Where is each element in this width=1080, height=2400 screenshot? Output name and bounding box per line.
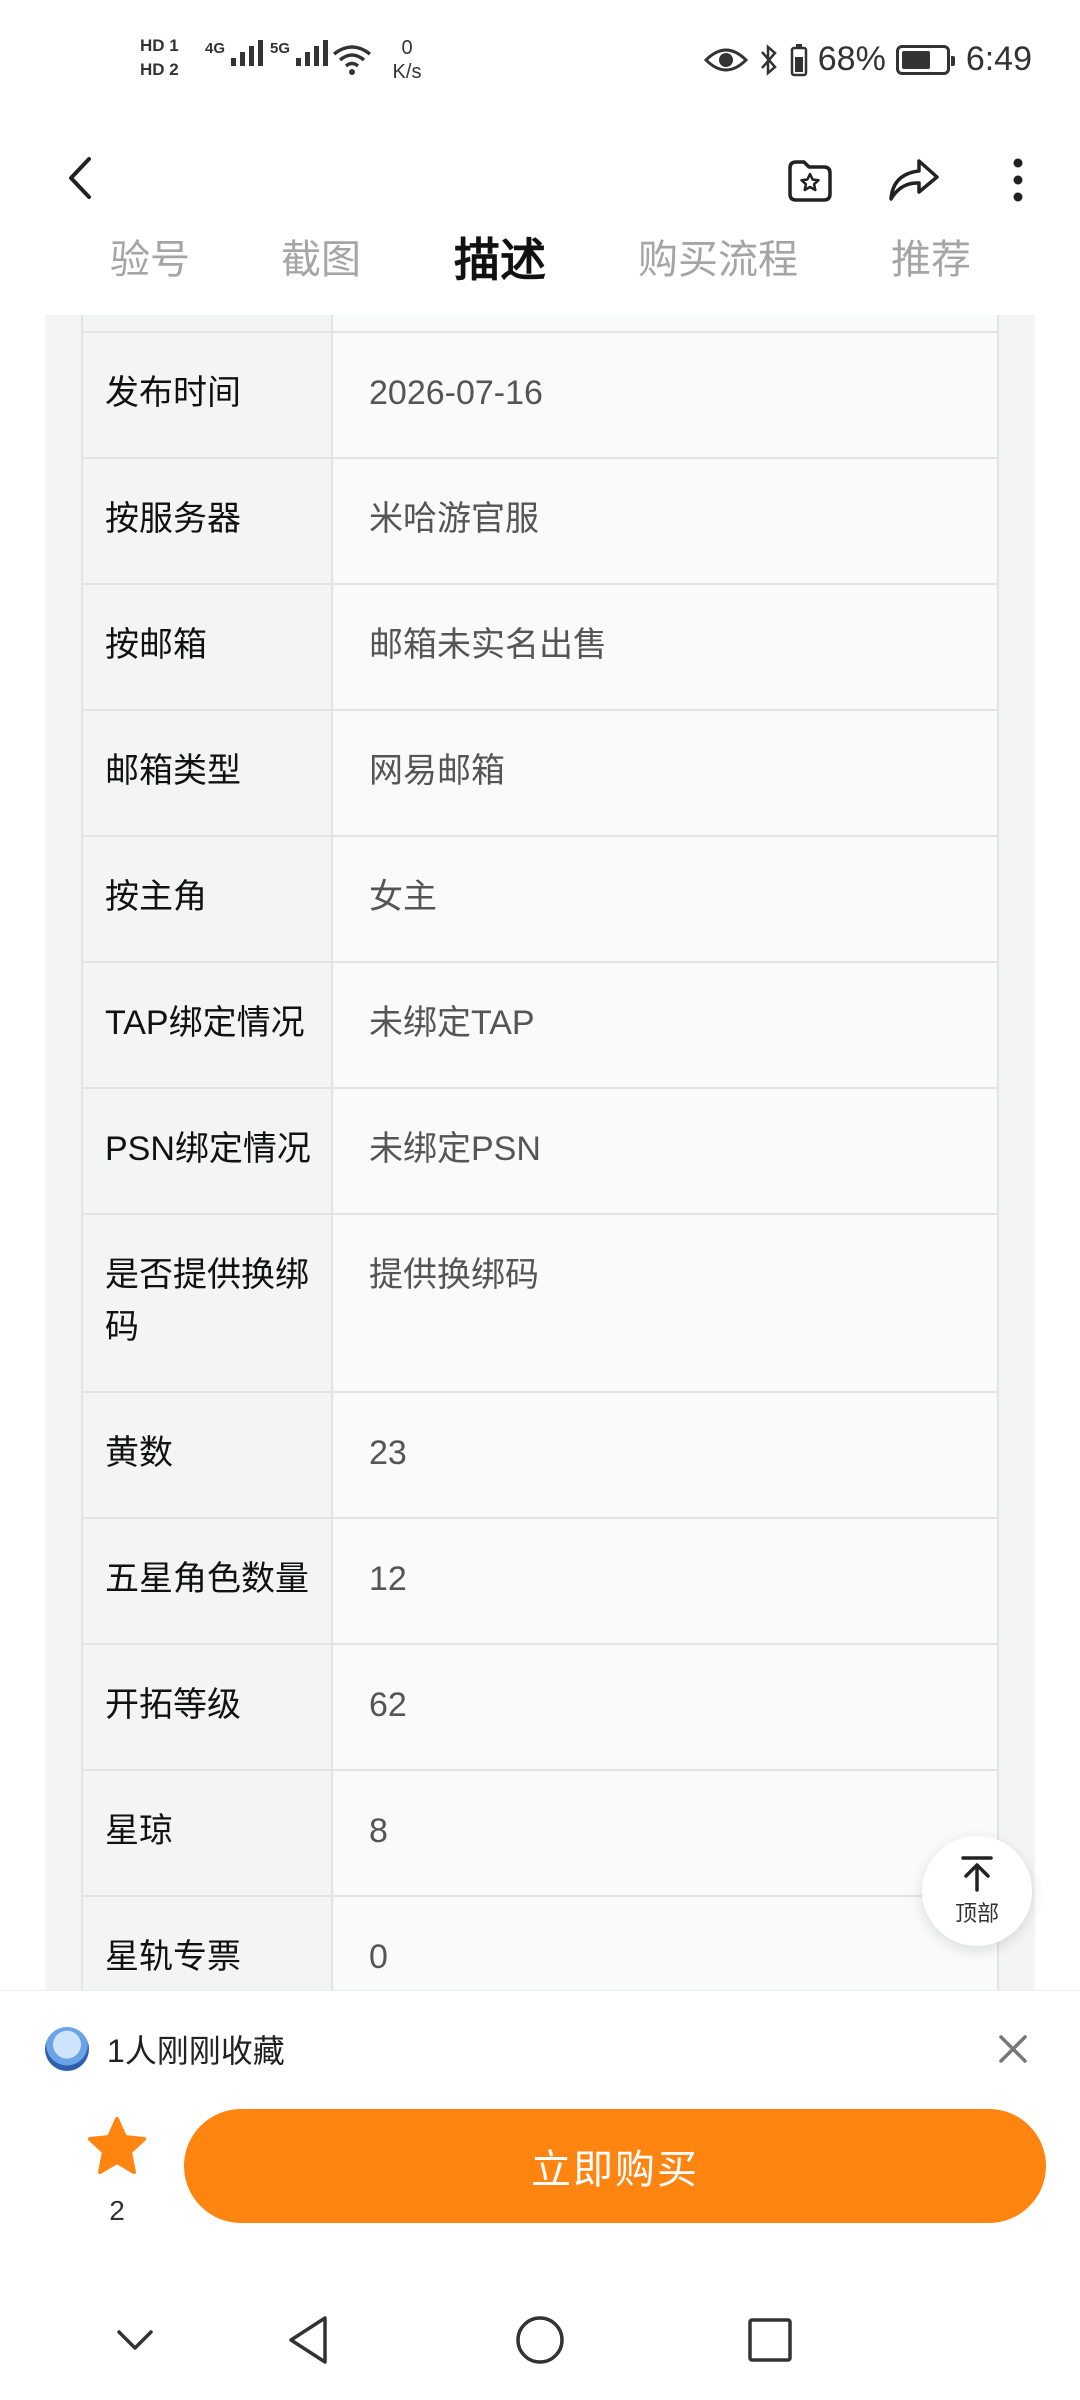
clock: 6:49 xyxy=(965,40,1032,78)
row-value: 12 xyxy=(369,1560,407,1598)
favorite-folder-button[interactable] xyxy=(778,148,842,212)
share-button[interactable] xyxy=(882,148,946,212)
attribute-table: 发布时间 2026-07-16 按服务器 米哈游官服 按邮箱 邮箱未实名出售 邮箱类型… xyxy=(81,315,999,1995)
eye-icon xyxy=(703,48,748,71)
favorite-button[interactable]: 2 xyxy=(82,2116,152,2227)
row-value: 提供换绑码 xyxy=(369,1256,539,1294)
nav-back-button[interactable] xyxy=(278,2310,338,2370)
row-key: 开拓等级 xyxy=(83,1645,333,1769)
table-row: 按主角 女主 xyxy=(83,837,997,963)
row-value: 62 xyxy=(369,1686,407,1724)
network-speed: 0 K/s xyxy=(392,37,422,83)
nav-recents-button[interactable] xyxy=(740,2310,800,2370)
table-row: 发布时间 2026-07-16 xyxy=(83,333,997,459)
row-key: 按主角 xyxy=(83,837,333,961)
wifi-icon xyxy=(332,44,372,81)
row-value: 2026-07-16 xyxy=(369,374,543,412)
nav-collapse-button[interactable] xyxy=(105,2310,165,2370)
back-to-top-button[interactable]: 顶部 xyxy=(922,1836,1032,1946)
description-panel: 发布时间 2026-07-16 按服务器 米哈游官服 按邮箱 邮箱未实名出售 邮箱类型… xyxy=(45,315,1035,1995)
row-key: 发布时间 xyxy=(83,333,333,457)
circle-home-icon xyxy=(516,2316,564,2364)
star-folder-icon xyxy=(788,160,832,202)
favorite-count: 2 xyxy=(109,2195,125,2226)
row-value: 未绑定TAP xyxy=(369,1004,535,1042)
row-key: TAP绑定情况 xyxy=(83,963,333,1087)
hd-indicator: HD 1 HD 2 xyxy=(140,34,194,82)
table-row: TAP绑定情况 未绑定TAP xyxy=(83,963,997,1089)
square-recents-icon xyxy=(748,2318,792,2362)
signal-icon: 5G xyxy=(270,40,329,66)
table-row: 黄数 23 xyxy=(83,1393,997,1519)
more-button[interactable] xyxy=(986,148,1050,212)
row-value: 女主 xyxy=(369,878,437,916)
tab-recommend[interactable]: 推荐 xyxy=(891,225,971,295)
battery-icon xyxy=(895,44,955,75)
tab-description[interactable]: 描述 xyxy=(454,225,546,295)
row-key: 按服务器 xyxy=(83,459,333,583)
favorite-notice: 1人刚刚收藏 xyxy=(45,2019,1035,2079)
status-bar: HD 1 HD 2 4G 5G 0 K/s 68% 6:49 xyxy=(0,0,1080,130)
tab-verify[interactable]: 验号 xyxy=(110,225,190,295)
row-value: 邮箱未实名出售 xyxy=(369,626,607,664)
system-nav-bar xyxy=(0,2290,1080,2400)
status-right: 68% 6:49 xyxy=(703,40,1032,79)
chevron-down-icon xyxy=(117,2330,153,2350)
row-key: 黄数 xyxy=(83,1393,333,1517)
row-key: 星轨专票 xyxy=(83,1897,333,1995)
row-key: 是否提供换绑码 xyxy=(83,1215,333,1391)
signal-icon: 4G xyxy=(205,40,264,66)
row-value: 米哈游官服 xyxy=(369,500,539,538)
table-row: 五星角色数量 12 xyxy=(83,1519,997,1645)
bluetooth-icon xyxy=(760,43,777,76)
arrow-up-to-top-icon xyxy=(961,1856,993,1892)
section-tabs: 验号 截图 描述 购买流程 推荐 xyxy=(0,225,1080,295)
more-vertical-icon xyxy=(1013,158,1023,202)
table-row: 按服务器 米哈游官服 xyxy=(83,459,997,585)
header-actions xyxy=(778,148,1050,212)
back-to-top-label: 顶部 xyxy=(954,1901,999,1926)
row-value: 0 xyxy=(369,1938,388,1976)
table-row: 按邮箱 邮箱未实名出售 xyxy=(83,585,997,711)
battery-saver-icon xyxy=(790,43,807,76)
row-key: 星琼 xyxy=(83,1771,333,1895)
close-notice-button[interactable] xyxy=(991,2027,1035,2071)
table-row: 星轨专票 0 xyxy=(83,1897,997,1995)
tab-screenshots[interactable]: 截图 xyxy=(281,225,361,295)
table-row: 是否提供换绑码 提供换绑码 xyxy=(83,1215,997,1393)
row-key: 按邮箱 xyxy=(83,585,333,709)
star-icon xyxy=(88,2117,146,2174)
avatar xyxy=(45,2027,89,2071)
row-key: 五星角色数量 xyxy=(83,1519,333,1643)
hd1-label: HD 1 xyxy=(140,36,179,55)
row-value: 网易邮箱 xyxy=(369,752,505,790)
app-header: 验号 截图 描述 购买流程 推荐 xyxy=(0,130,1080,340)
table-row: PSN绑定情况 未绑定PSN xyxy=(83,1089,997,1215)
hd2-label: HD 2 xyxy=(140,60,179,79)
table-row: 星琼 8 xyxy=(83,1771,997,1897)
buy-now-button[interactable]: 立即购买 xyxy=(184,2109,1046,2223)
notice-text: 1人刚刚收藏 xyxy=(107,2033,285,2069)
table-row: 邮箱类型 网易邮箱 xyxy=(83,711,997,837)
row-key: PSN绑定情况 xyxy=(83,1089,333,1213)
row-value: 8 xyxy=(369,1812,388,1850)
table-row: 开拓等级 62 xyxy=(83,1645,997,1771)
back-button[interactable] xyxy=(50,148,110,208)
row-value: 未绑定PSN xyxy=(369,1130,541,1168)
row-key: 邮箱类型 xyxy=(83,711,333,835)
table-row xyxy=(83,315,997,333)
triangle-back-icon xyxy=(289,2316,327,2364)
close-icon xyxy=(999,2035,1027,2063)
nav-home-button[interactable] xyxy=(510,2310,570,2370)
tab-purchase-flow[interactable]: 购买流程 xyxy=(638,225,798,295)
row-value: 23 xyxy=(369,1434,407,1472)
chevron-left-icon xyxy=(69,157,91,199)
share-icon xyxy=(889,159,939,201)
battery-percent: 68% xyxy=(817,40,886,78)
